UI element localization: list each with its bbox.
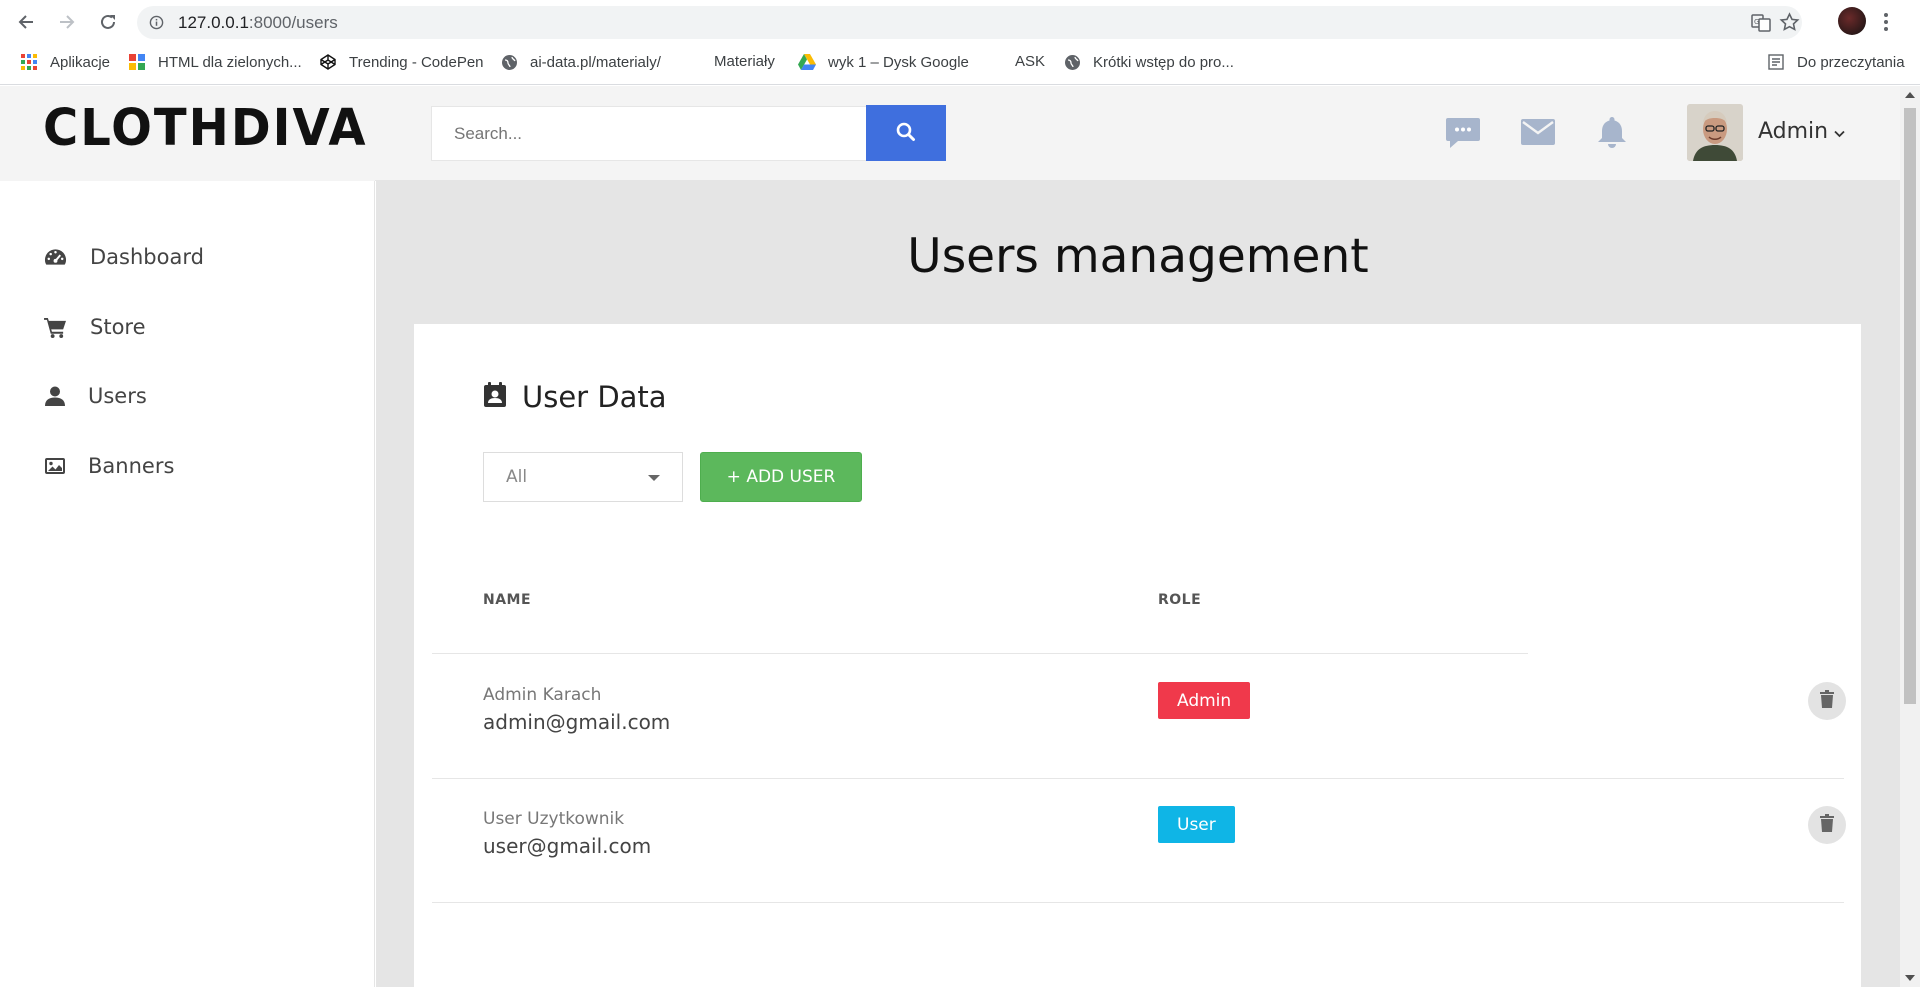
user-menu[interactable]: Admin: [1758, 119, 1845, 144]
page-scrollbar[interactable]: [1900, 86, 1920, 987]
contact-card-icon: [484, 380, 506, 414]
url-text: 127.0.0.1:8000/users: [178, 13, 338, 33]
main-content: Users management User Data All + ADD USE…: [376, 181, 1900, 1004]
scroll-thumb[interactable]: [1904, 108, 1916, 704]
brand-logo[interactable]: CLOTHDIVA: [43, 99, 368, 158]
sidebar-item-store[interactable]: Store: [43, 315, 146, 339]
bookmark-reading-list[interactable]: Do przeczytania: [1767, 53, 1905, 71]
role-badge-user: User: [1158, 806, 1235, 843]
logo-area: CLOTHDIVA: [0, 86, 375, 181]
browser-menu-icon[interactable]: [1883, 12, 1889, 37]
add-user-button[interactable]: + ADD USER: [700, 452, 862, 502]
row-divider: [432, 902, 1844, 903]
reload-icon[interactable]: [96, 10, 120, 34]
bookmark-html[interactable]: HTML dla zielonych...: [128, 53, 302, 71]
svg-text:G: G: [1754, 18, 1759, 26]
search-icon: [896, 122, 916, 145]
row-divider: [432, 778, 1844, 779]
caret-down-icon: [648, 475, 660, 481]
bookmark-materialy[interactable]: Materiały: [714, 53, 775, 70]
address-bar[interactable]: 127.0.0.1:8000/users G: [137, 6, 1802, 39]
trash-icon: [1820, 813, 1834, 837]
user-name-cell: Admin Karach: [483, 685, 602, 705]
card-title: User Data: [484, 380, 667, 414]
column-header-role: ROLE: [1158, 592, 1202, 608]
url-path: :8000/users: [248, 13, 338, 32]
sidebar-item-label: Banners: [88, 454, 175, 478]
mail-icon[interactable]: [1521, 119, 1555, 150]
search-button[interactable]: [866, 105, 946, 161]
chevron-down-icon: [1834, 119, 1845, 144]
bookmark-label: Do przeczytania: [1797, 53, 1905, 71]
user-icon: [43, 384, 67, 408]
sidebar: Dashboard Store Users Banners: [0, 181, 375, 987]
bookmark-label: Trending - CodePen: [349, 53, 484, 71]
globe-icon: [1063, 53, 1081, 71]
bookmark-ai-data[interactable]: ai-data.pl/materialy/: [500, 53, 661, 71]
reading-list-icon: [1767, 53, 1785, 71]
scroll-down-icon[interactable]: [1905, 975, 1915, 981]
bookmarks-bar: Aplikacje HTML dla zielonych... Trending…: [0, 44, 1920, 85]
bookmark-ask[interactable]: ASK: [1015, 53, 1045, 70]
sidebar-item-label: Store: [90, 315, 146, 339]
bookmark-star-icon[interactable]: [1779, 12, 1800, 38]
apps-grid-icon: [20, 53, 38, 71]
scroll-up-icon[interactable]: [1905, 92, 1915, 98]
search-input[interactable]: [431, 106, 867, 161]
bookmark-label: wyk 1 – Dysk Google: [828, 53, 969, 71]
bookmark-label: Materiały: [714, 53, 775, 70]
top-bar: Admin: [375, 86, 1900, 181]
image-icon: [43, 454, 67, 478]
site-favicon-icon: [128, 53, 146, 71]
bookmark-label: Aplikacje: [50, 53, 111, 71]
trash-icon: [1820, 689, 1834, 713]
dashboard-gauge-icon: [43, 245, 67, 269]
profile-avatar-icon[interactable]: [1838, 7, 1866, 35]
role-filter-value: All: [506, 467, 528, 487]
bookmark-label: ai-data.pl/materialy/: [530, 53, 661, 71]
cart-icon: [43, 315, 67, 339]
translate-icon[interactable]: G: [1751, 13, 1771, 38]
google-drive-icon: [798, 53, 816, 71]
bookmark-apps[interactable]: Aplikacje: [20, 53, 110, 71]
sidebar-item-dashboard[interactable]: Dashboard: [43, 245, 204, 269]
delete-user-button[interactable]: [1808, 806, 1846, 844]
card-title-text: User Data: [522, 380, 667, 414]
role-filter-select[interactable]: All: [483, 452, 683, 502]
browser-toolbar: 127.0.0.1:8000/users G: [0, 0, 1920, 44]
globe-icon: [500, 53, 518, 71]
user-email-cell: user@gmail.com: [483, 834, 652, 858]
bookmark-wstep[interactable]: Krótki wstęp do pro...: [1063, 53, 1234, 71]
sidebar-item-banners[interactable]: Banners: [43, 454, 174, 478]
user-name-cell: User Uzytkownik: [483, 809, 625, 829]
user-email-cell: admin@gmail.com: [483, 710, 671, 734]
site-info-icon[interactable]: [149, 15, 164, 35]
bookmark-label: HTML dla zielonych...: [158, 53, 302, 71]
chat-icon[interactable]: [1445, 116, 1481, 155]
delete-user-button[interactable]: [1808, 682, 1846, 720]
header-divider: [432, 653, 1528, 654]
sidebar-item-users[interactable]: Users: [43, 384, 147, 408]
user-data-card: User Data All + ADD USER NAME ROLE Admin…: [414, 324, 1861, 1004]
avatar[interactable]: [1687, 104, 1743, 161]
role-badge-admin: Admin: [1158, 682, 1251, 719]
page-title: Users management: [907, 229, 1369, 284]
bookmark-codepen[interactable]: Trending - CodePen: [319, 53, 484, 71]
codepen-icon: [319, 53, 337, 71]
forward-icon[interactable]: [55, 10, 79, 34]
sidebar-item-label: Users: [88, 384, 147, 408]
user-name: Admin: [1758, 119, 1829, 144]
bookmark-label: ASK: [1015, 53, 1046, 70]
column-header-name: NAME: [483, 592, 532, 608]
bookmark-drive[interactable]: wyk 1 – Dysk Google: [798, 53, 969, 71]
sidebar-item-label: Dashboard: [90, 245, 204, 269]
url-host: 127.0.0.1: [178, 13, 249, 32]
bell-icon[interactable]: [1597, 115, 1627, 154]
back-icon[interactable]: [14, 10, 38, 34]
bookmark-label: Krótki wstęp do pro...: [1093, 53, 1234, 71]
